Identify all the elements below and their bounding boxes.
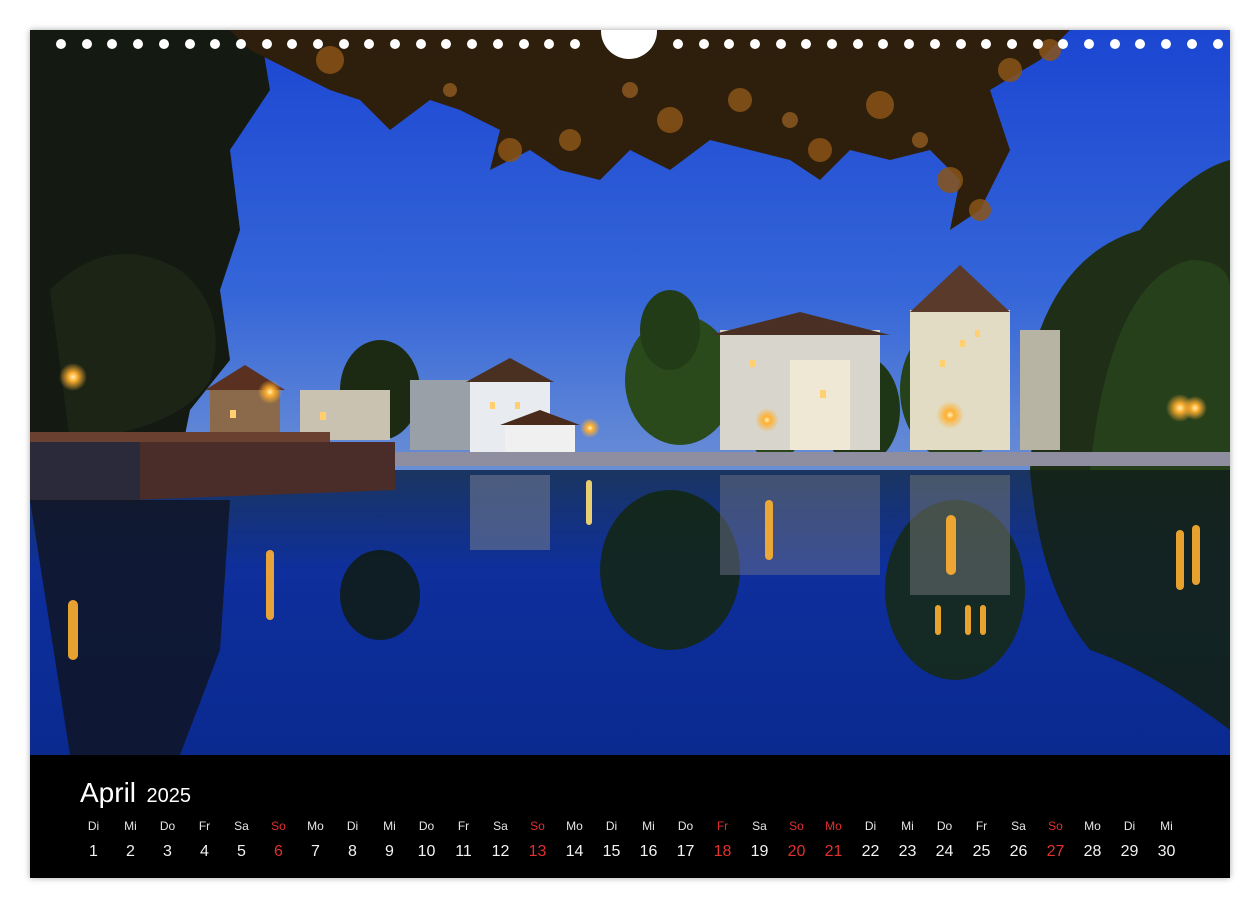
weekday-label: So	[530, 819, 545, 833]
day-number: 4	[200, 843, 209, 860]
day-number: 11	[455, 843, 472, 860]
weekday-label: Mi	[383, 819, 396, 833]
weekday-label: Do	[159, 819, 176, 833]
weekday-label: Do	[936, 819, 953, 833]
day-cell: Sa 19	[741, 819, 778, 861]
day-cell: Do 3	[149, 819, 186, 861]
day-cell: Do 17	[667, 819, 704, 861]
day-cell: Mo 21	[815, 819, 852, 861]
day-cell: Mo 28	[1074, 819, 1111, 861]
weekday-label: Mi	[124, 819, 137, 833]
day-cell: Fr 18	[704, 819, 741, 861]
weekday-label: Mi	[642, 819, 655, 833]
day-cell: Di 1	[75, 819, 112, 861]
day-number: 29	[1120, 843, 1139, 860]
weekday-label: So	[789, 819, 804, 833]
day-number: 1	[89, 843, 98, 860]
day-number: 25	[972, 843, 991, 860]
day-number: 9	[385, 843, 394, 860]
day-cell: Fr 11	[445, 819, 482, 861]
day-number: 16	[639, 843, 658, 860]
weekday-label: So	[1048, 819, 1063, 833]
weekday-label: Mi	[901, 819, 914, 833]
weekday-label: Sa	[493, 819, 508, 833]
day-number: 7	[311, 843, 320, 860]
month-year: 2025	[146, 785, 191, 807]
photo-illustration	[30, 30, 1230, 755]
weekday-label: Do	[418, 819, 435, 833]
day-number: 15	[602, 843, 621, 860]
weekday-label: Di	[1123, 819, 1136, 833]
day-number: 20	[787, 843, 806, 860]
day-cell: So 20	[778, 819, 815, 861]
calendar-page: April 2025 Di 1 Mi 2 Do 3 Fr 4 Sa 5 So 6 Mo 7 Di 8 Mi 9 Do…	[30, 30, 1230, 878]
weekday-label: Di	[864, 819, 877, 833]
weekday-label: Mi	[1160, 819, 1173, 833]
day-cell: Di 8	[334, 819, 371, 861]
day-cell: So 13	[519, 819, 556, 861]
day-cell: Mi 9	[371, 819, 408, 861]
day-number: 30	[1157, 843, 1176, 860]
day-number: 5	[237, 843, 246, 860]
weekday-label: Mo	[566, 819, 583, 833]
weekday-label: Do	[677, 819, 694, 833]
weekday-label: Fr	[198, 819, 211, 833]
day-number: 14	[565, 843, 584, 860]
day-cell: So 27	[1037, 819, 1074, 861]
day-cell: Di 29	[1111, 819, 1148, 861]
weekday-label: So	[271, 819, 286, 833]
day-cell: Do 10	[408, 819, 445, 861]
day-number: 28	[1083, 843, 1102, 860]
weekday-label: Sa	[234, 819, 249, 833]
day-cell: Mo 7	[297, 819, 334, 861]
weekday-label: Fr	[716, 819, 729, 833]
day-number: 26	[1009, 843, 1028, 860]
day-cell: Fr 4	[186, 819, 223, 861]
weekday-label: Mo	[307, 819, 324, 833]
day-number: 24	[935, 843, 954, 860]
day-number: 6	[274, 843, 283, 860]
day-number: 13	[528, 843, 547, 860]
day-cell: Fr 25	[963, 819, 1000, 861]
day-number: 18	[713, 843, 732, 860]
day-number: 8	[348, 843, 357, 860]
day-cell: Sa 26	[1000, 819, 1037, 861]
month-title: April 2025	[80, 777, 191, 809]
weekday-label: Di	[605, 819, 618, 833]
night-river-photo	[30, 30, 1230, 755]
day-cell: Mo 14	[556, 819, 593, 861]
day-cell: Sa 5	[223, 819, 260, 861]
day-cell: Do 24	[926, 819, 963, 861]
weekday-label: Mo	[1084, 819, 1101, 833]
weekday-label: Fr	[457, 819, 470, 833]
day-number: 22	[861, 843, 880, 860]
day-cell: Mi 16	[630, 819, 667, 861]
day-number: 21	[824, 843, 843, 860]
day-cell: So 6	[260, 819, 297, 861]
day-cell: Mi 30	[1148, 819, 1185, 861]
day-number: 19	[750, 843, 769, 860]
weekday-label: Fr	[975, 819, 988, 833]
day-number: 2	[126, 843, 135, 860]
day-number: 17	[676, 843, 695, 860]
day-cell: Mi 23	[889, 819, 926, 861]
month-name: April	[80, 777, 137, 808]
day-number: 12	[491, 843, 510, 860]
weekday-label: Sa	[1011, 819, 1026, 833]
weekday-label: Sa	[752, 819, 767, 833]
weekday-label: Di	[87, 819, 100, 833]
day-number: 23	[898, 843, 917, 860]
day-number: 10	[417, 843, 436, 860]
weekday-label: Mo	[825, 819, 842, 833]
calendar-strip: April 2025 Di 1 Mi 2 Do 3 Fr 4 Sa 5 So 6 Mo 7 Di 8 Mi 9 Do…	[30, 755, 1230, 878]
day-cell: Mi 2	[112, 819, 149, 861]
day-number: 3	[163, 843, 172, 860]
day-number: 27	[1046, 843, 1065, 860]
day-cell: Di 22	[852, 819, 889, 861]
day-cell: Sa 12	[482, 819, 519, 861]
day-cell: Di 15	[593, 819, 630, 861]
weekday-label: Di	[346, 819, 359, 833]
